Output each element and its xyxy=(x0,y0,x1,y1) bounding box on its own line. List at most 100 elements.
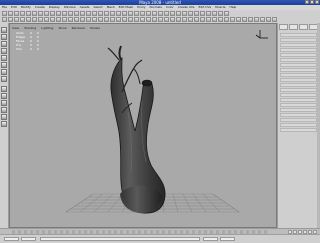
toolbar-icon[interactable] xyxy=(92,17,97,22)
last-tool-icon[interactable] xyxy=(1,76,7,82)
toolbar-icon[interactable] xyxy=(86,11,91,16)
toolbar-icon[interactable] xyxy=(158,17,163,22)
toolbar-icon[interactable] xyxy=(212,17,217,22)
toolbar-icon[interactable] xyxy=(200,17,205,22)
channel-row[interactable] xyxy=(280,108,317,112)
toolbar-icon[interactable] xyxy=(44,17,49,22)
panel-tab[interactable] xyxy=(299,24,308,30)
toolbar-icon[interactable] xyxy=(146,17,151,22)
move-tool-icon[interactable] xyxy=(1,48,7,54)
range-start-field[interactable] xyxy=(21,237,36,241)
toolbar-icon[interactable] xyxy=(224,17,229,22)
toolbar-icon[interactable] xyxy=(8,11,13,16)
lasso-tool-icon[interactable] xyxy=(1,34,7,40)
outliner-view-icon[interactable] xyxy=(1,100,7,106)
toolbar-icon[interactable] xyxy=(254,17,259,22)
toolbar-icon[interactable] xyxy=(62,11,67,16)
manipulator-tool-icon[interactable] xyxy=(1,69,7,75)
toolbar-icon[interactable] xyxy=(128,11,133,16)
toolbar-icon[interactable] xyxy=(188,11,193,16)
toolbar-icon[interactable] xyxy=(98,11,103,16)
channel-row[interactable] xyxy=(280,53,317,57)
channel-row[interactable] xyxy=(280,73,317,77)
toolbar-icon[interactable] xyxy=(2,11,7,16)
toolbar-icon[interactable] xyxy=(56,11,61,16)
channel-row[interactable] xyxy=(280,63,317,67)
toolbar-icon[interactable] xyxy=(218,17,223,22)
toolbar-icon[interactable] xyxy=(20,17,25,22)
toolbar-icon[interactable] xyxy=(260,17,265,22)
channel-row[interactable] xyxy=(280,93,317,97)
toolbar-icon[interactable] xyxy=(164,11,169,16)
toolbar-icon[interactable] xyxy=(200,11,205,16)
toolbar-icon[interactable] xyxy=(182,17,187,22)
channel-row[interactable] xyxy=(280,103,317,107)
toolbar-icon[interactable] xyxy=(266,17,271,22)
toolbar-icon[interactable] xyxy=(164,17,169,22)
toolbar-icon[interactable] xyxy=(26,17,31,22)
toolbar-icon[interactable] xyxy=(74,11,79,16)
toolbar-icon[interactable] xyxy=(14,17,19,22)
toolbar-icon[interactable] xyxy=(80,11,85,16)
channel-row[interactable] xyxy=(280,33,317,37)
toolbar-icon[interactable] xyxy=(194,11,199,16)
panel-tab[interactable] xyxy=(289,24,298,30)
toolbar-icon[interactable] xyxy=(8,17,13,22)
toolbar-icon[interactable] xyxy=(68,17,73,22)
toolbar-icon[interactable] xyxy=(122,11,127,16)
toolbar-icon[interactable] xyxy=(170,17,175,22)
channel-row[interactable] xyxy=(280,38,317,42)
toolbar-icon[interactable] xyxy=(62,17,67,22)
toolbar-icon[interactable] xyxy=(110,17,115,22)
channel-row[interactable] xyxy=(280,58,317,62)
channel-row[interactable] xyxy=(280,48,317,52)
end-time-field[interactable] xyxy=(220,237,235,241)
toolbar-icon[interactable] xyxy=(230,17,235,22)
toolbar-icon[interactable] xyxy=(176,17,181,22)
toolbar-icon[interactable] xyxy=(50,17,55,22)
range-end-field[interactable] xyxy=(203,237,218,241)
paint-select-tool-icon[interactable] xyxy=(1,41,7,47)
toolbar-icon[interactable] xyxy=(128,17,133,22)
scale-tool-icon[interactable] xyxy=(1,62,7,68)
toolbar-icon[interactable] xyxy=(182,11,187,16)
toolbar-icon[interactable] xyxy=(146,11,151,16)
toolbar-icon[interactable] xyxy=(188,17,193,22)
minimize-button[interactable] xyxy=(305,0,309,4)
channel-row[interactable] xyxy=(280,123,317,127)
toolbar-icon[interactable] xyxy=(194,17,199,22)
toolbar-icon[interactable] xyxy=(98,17,103,22)
toolbar-icon[interactable] xyxy=(158,11,163,16)
toolbar-icon[interactable] xyxy=(206,17,211,22)
channel-row[interactable] xyxy=(280,98,317,102)
toolbar-icon[interactable] xyxy=(116,11,121,16)
toolbar-icon[interactable] xyxy=(104,11,109,16)
toolbar-icon[interactable] xyxy=(32,17,37,22)
panel-tab[interactable] xyxy=(279,24,288,30)
toolbar-icon[interactable] xyxy=(152,11,157,16)
toolbar-icon[interactable] xyxy=(170,11,175,16)
toolbar-icon[interactable] xyxy=(44,11,49,16)
toolbar-icon[interactable] xyxy=(2,17,7,22)
toolbar-icon[interactable] xyxy=(80,17,85,22)
render-view-icon[interactable] xyxy=(1,121,7,127)
toolbar-icon[interactable] xyxy=(50,11,55,16)
rotate-tool-icon[interactable] xyxy=(1,55,7,61)
toolbar-icon[interactable] xyxy=(38,11,43,16)
toolbar-icon[interactable] xyxy=(212,11,217,16)
toolbar-icon[interactable] xyxy=(92,11,97,16)
toolbar-icon[interactable] xyxy=(68,11,73,16)
channel-row[interactable] xyxy=(280,88,317,92)
toolbar-icon[interactable] xyxy=(206,11,211,16)
toolbar-icon[interactable] xyxy=(176,11,181,16)
single-view-icon[interactable] xyxy=(1,86,7,92)
toolbar-icon[interactable] xyxy=(86,17,91,22)
toolbar-icon[interactable] xyxy=(272,17,277,22)
toolbar-icon[interactable] xyxy=(152,17,157,22)
select-tool-icon[interactable] xyxy=(1,27,7,33)
toolbar-icon[interactable] xyxy=(74,17,79,22)
toolbar-icon[interactable] xyxy=(236,17,241,22)
channel-row[interactable] xyxy=(280,128,317,132)
channel-row[interactable] xyxy=(280,78,317,82)
close-button[interactable] xyxy=(315,0,319,4)
